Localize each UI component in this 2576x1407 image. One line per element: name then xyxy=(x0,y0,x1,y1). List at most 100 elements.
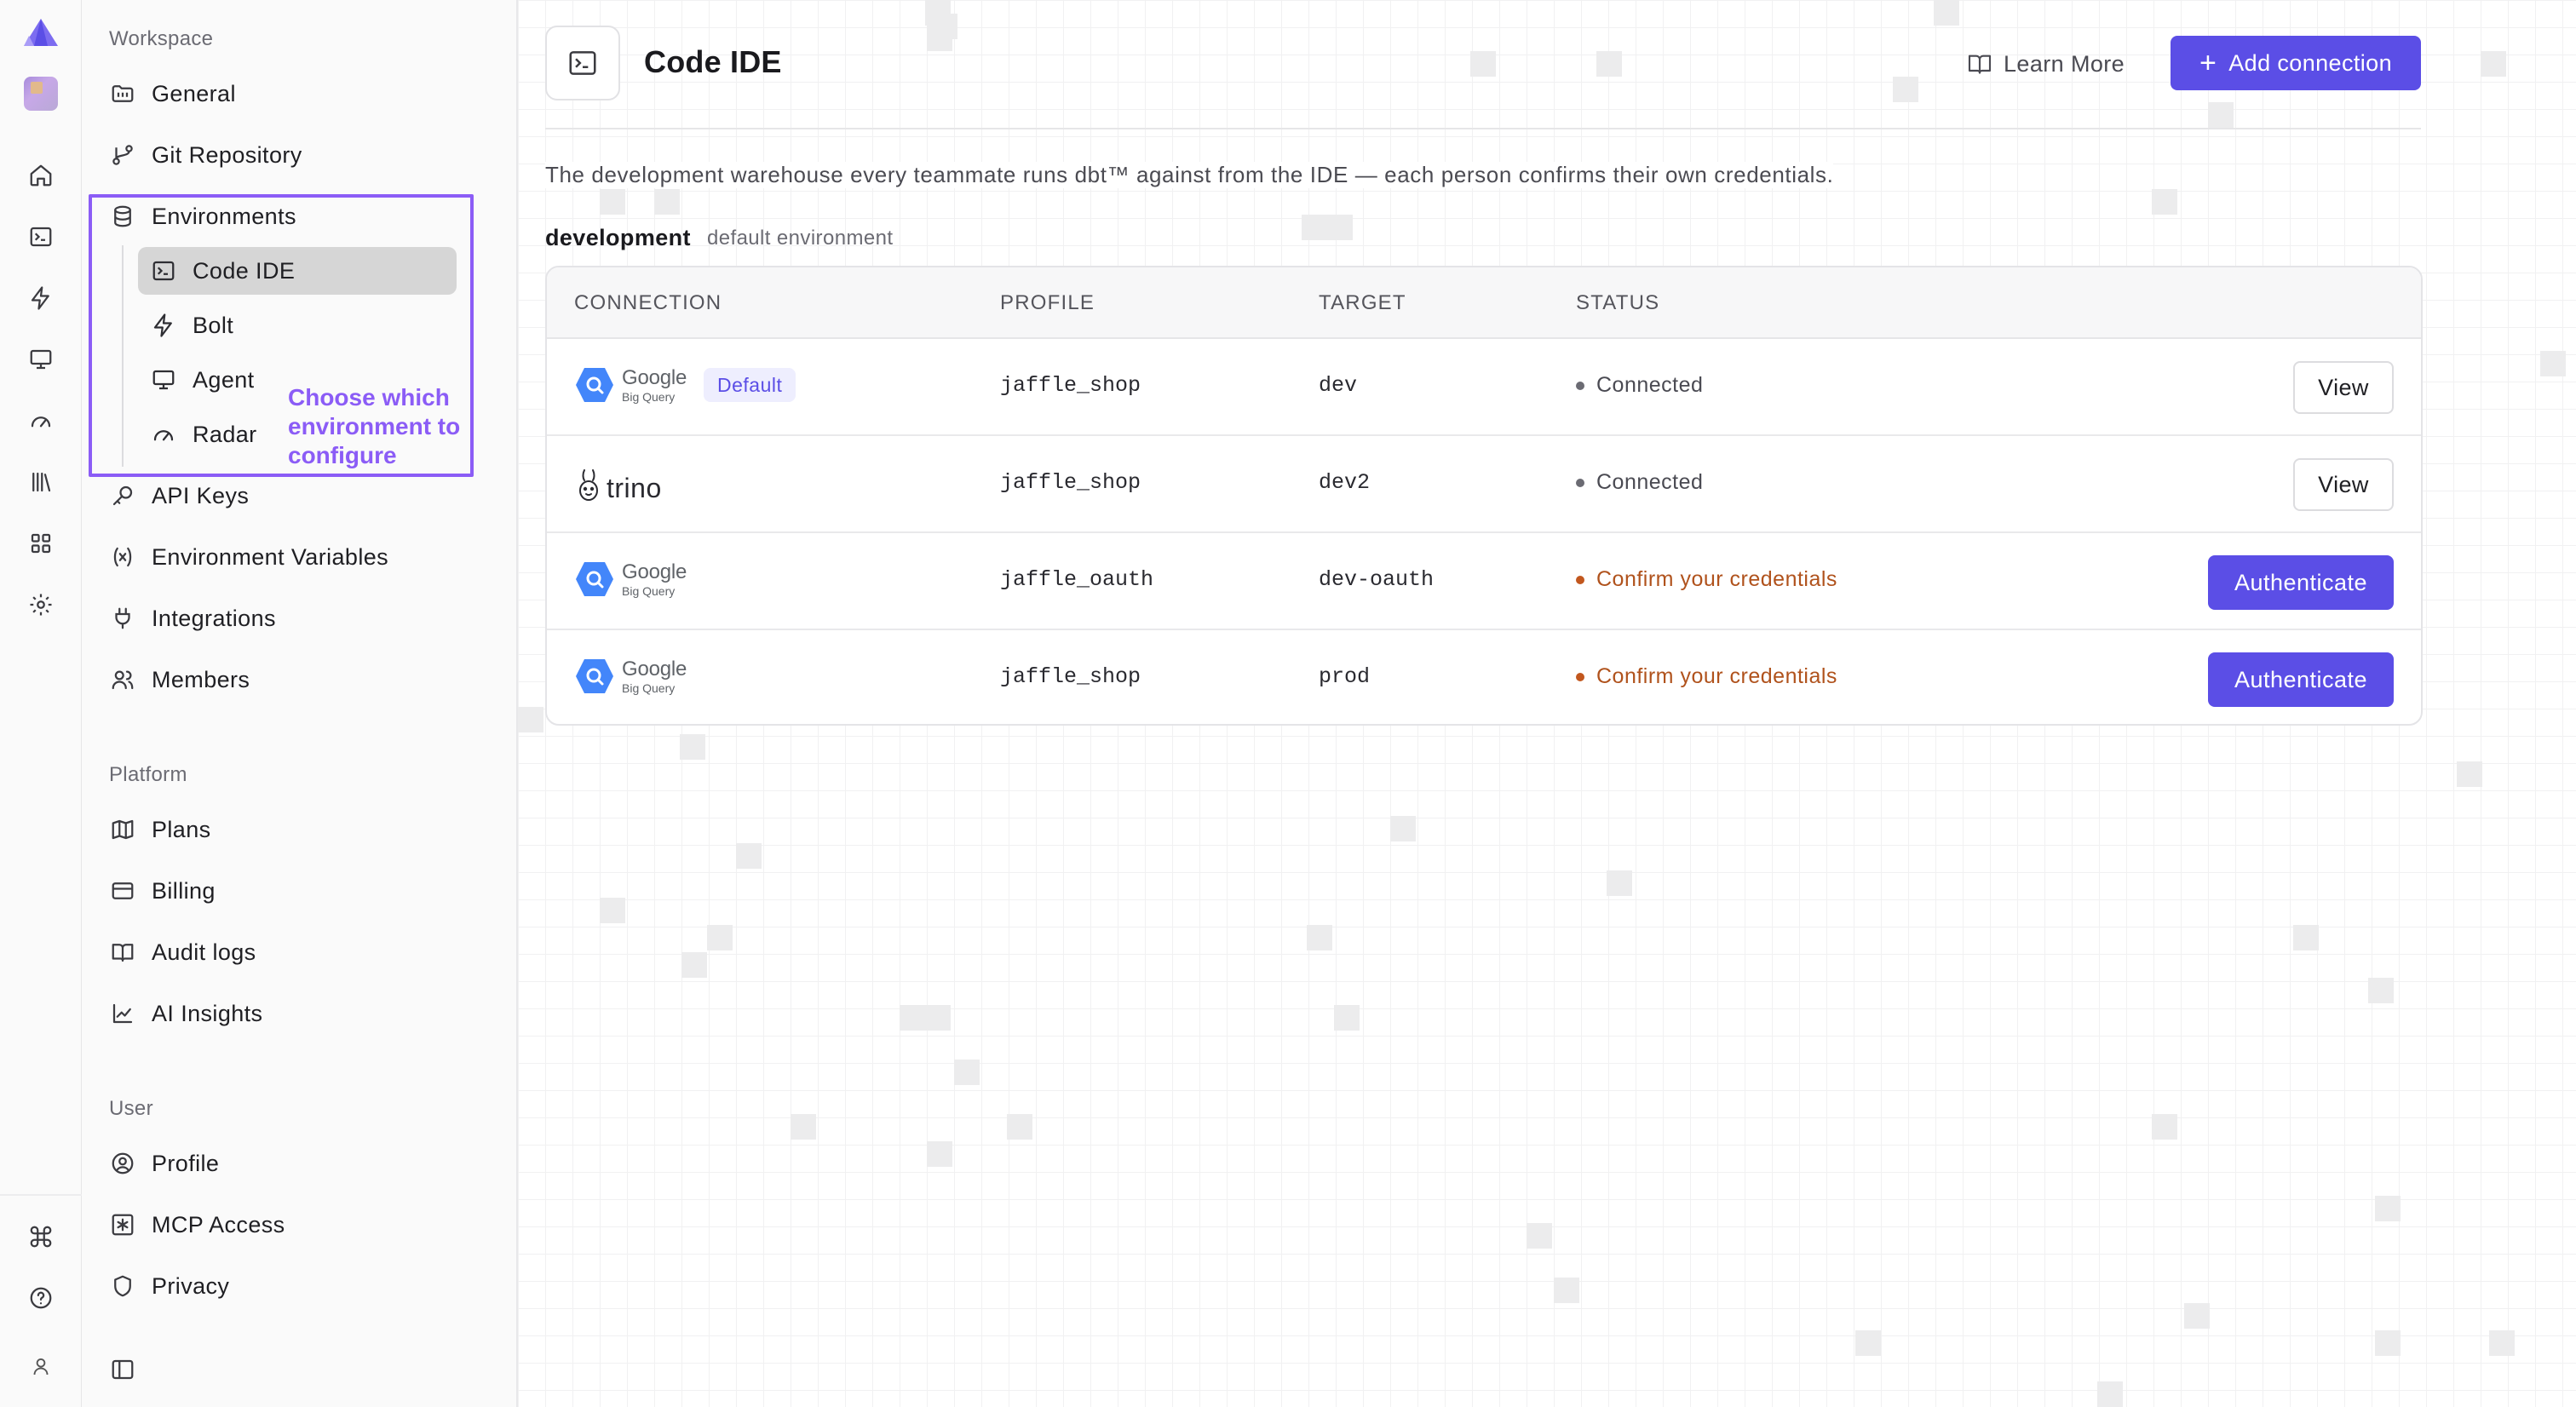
bg-square xyxy=(1390,816,1416,841)
trino-bunny-icon xyxy=(579,469,598,501)
bg-square xyxy=(927,26,952,51)
bg-square xyxy=(925,1005,951,1031)
sidebar-item-members[interactable]: Members xyxy=(109,656,250,704)
target-cell: dev2 xyxy=(1319,470,1371,495)
sidebar-item-label: Git Repository xyxy=(152,141,302,168)
status-cell: Confirm your credentials xyxy=(1576,664,1837,689)
user-avatar-icon[interactable] xyxy=(20,1346,61,1387)
status-cell: Confirm your credentials xyxy=(1576,567,1837,592)
gauge-icon[interactable] xyxy=(20,400,61,441)
grid-icon[interactable] xyxy=(20,523,61,564)
bg-square xyxy=(2375,1330,2401,1356)
page-description: The development warehouse every teammate… xyxy=(545,162,1834,188)
column-header-status: STATUS xyxy=(1576,291,1660,314)
user-circle-icon xyxy=(109,1150,136,1177)
bigquery-icon xyxy=(576,368,613,402)
bg-square xyxy=(2481,51,2506,77)
sidebar-item-label: API Keys xyxy=(152,482,250,508)
bg-square xyxy=(1554,1278,1579,1303)
bigquery-logo: Google Big Query xyxy=(574,365,687,405)
bg-square xyxy=(1855,1330,1881,1356)
home-icon[interactable] xyxy=(20,155,61,196)
logo-wordmark: Google xyxy=(622,560,687,583)
sidebar-item-label: General xyxy=(152,80,236,106)
bg-square xyxy=(1007,1114,1032,1140)
bg-square xyxy=(2489,1330,2515,1356)
status-dot xyxy=(1576,575,1584,584)
sidebar-item-mcp-access[interactable]: MCP Access xyxy=(109,1201,285,1249)
view-button[interactable]: View xyxy=(2293,361,2394,414)
status-cell: Connected xyxy=(1576,470,1703,495)
platform-section-label: Platform xyxy=(109,763,187,786)
sidebar-item-billing[interactable]: Billing xyxy=(109,867,216,915)
column-header-target: TARGET xyxy=(1319,291,1406,314)
main-content: Code IDE Learn More + Add connection The… xyxy=(518,0,2576,1407)
sidebar-item-label: Audit logs xyxy=(152,939,256,965)
bg-square xyxy=(2152,189,2177,215)
workspace-avatar[interactable] xyxy=(24,77,58,111)
authenticate-button[interactable]: Authenticate xyxy=(2208,652,2394,707)
bg-square xyxy=(1307,925,1332,950)
bg-square xyxy=(1327,215,1353,240)
status-text: Connected xyxy=(1596,373,1704,397)
variable-icon xyxy=(109,543,136,571)
sidebar-item-general[interactable]: General xyxy=(109,70,236,118)
table-header: CONNECTION PROFILE TARGET STATUS xyxy=(547,267,2421,339)
add-connection-label: Add connection xyxy=(2228,49,2392,76)
settings-icon[interactable] xyxy=(20,584,61,625)
bg-square xyxy=(518,707,543,732)
users-icon xyxy=(109,666,136,693)
status-dot xyxy=(1576,381,1584,390)
shield-icon xyxy=(109,1272,136,1300)
bg-square xyxy=(600,189,625,215)
bg-square xyxy=(2184,1303,2210,1329)
sidebar-item-git-repository[interactable]: Git Repository xyxy=(109,131,302,179)
bg-square xyxy=(2208,102,2234,128)
table-row: Google Big Query jaffle_oauth dev-oauth … xyxy=(547,533,2421,630)
sidebar-item-label: Environment Variables xyxy=(152,543,389,570)
bg-square xyxy=(736,843,762,869)
terminal-icon[interactable] xyxy=(20,216,61,257)
panel-left-icon xyxy=(109,1356,136,1383)
command-icon[interactable] xyxy=(20,1216,61,1257)
sidebar-toggle-button[interactable] xyxy=(109,1346,152,1393)
bg-square xyxy=(927,1141,952,1167)
add-connection-button[interactable]: + Add connection xyxy=(2171,36,2421,90)
monitor-icon[interactable] xyxy=(20,339,61,380)
view-button[interactable]: View xyxy=(2293,458,2394,511)
bigquery-logo: Google Big Query xyxy=(574,559,687,600)
user-section-label: User xyxy=(109,1097,153,1120)
sidebar-item-integrations[interactable]: Integrations xyxy=(109,594,276,642)
library-icon[interactable] xyxy=(20,462,61,502)
sidebar-item-label: Integrations xyxy=(152,605,276,631)
bigquery-icon xyxy=(576,562,613,596)
logo-subtitle: Big Query xyxy=(622,389,676,404)
sidebar-item-profile[interactable]: Profile xyxy=(109,1140,219,1187)
bg-square xyxy=(900,1005,925,1031)
map-icon xyxy=(109,816,136,843)
help-icon[interactable] xyxy=(20,1278,61,1318)
bg-square xyxy=(707,925,733,950)
bolt-icon[interactable] xyxy=(20,278,61,319)
bg-square xyxy=(2293,925,2319,950)
sidebar-item-api-keys[interactable]: API Keys xyxy=(109,472,249,520)
sidebar-item-privacy[interactable]: Privacy xyxy=(109,1262,229,1310)
target-cell: dev-oauth xyxy=(1319,567,1435,592)
environment-subtitle: default environment xyxy=(707,227,894,250)
profile-cell: jaffle_shop xyxy=(1000,664,1141,689)
plus-icon: + xyxy=(2199,47,2217,79)
app-logo-icon[interactable] xyxy=(22,17,60,48)
sidebar-item-label: Profile xyxy=(152,1150,220,1176)
sidebar-item-plans[interactable]: Plans xyxy=(109,806,211,853)
sidebar-item-label: MCP Access xyxy=(152,1211,285,1238)
sidebar-item-environment-variables[interactable]: Environment Variables xyxy=(109,533,388,581)
bg-square xyxy=(681,952,707,978)
sidebar-item-label: Members xyxy=(152,666,250,692)
learn-more-link[interactable]: Learn More xyxy=(1966,43,2125,85)
sidebar-item-audit-logs[interactable]: Audit logs xyxy=(109,928,256,976)
bg-square xyxy=(2457,761,2482,787)
authenticate-button[interactable]: Authenticate xyxy=(2208,555,2394,610)
sidebar-item-label: Plans xyxy=(152,816,211,842)
settings-sidebar: Workspace General Git Repository Environ… xyxy=(82,0,518,1407)
sidebar-item-ai-insights[interactable]: AI Insights xyxy=(109,990,262,1037)
